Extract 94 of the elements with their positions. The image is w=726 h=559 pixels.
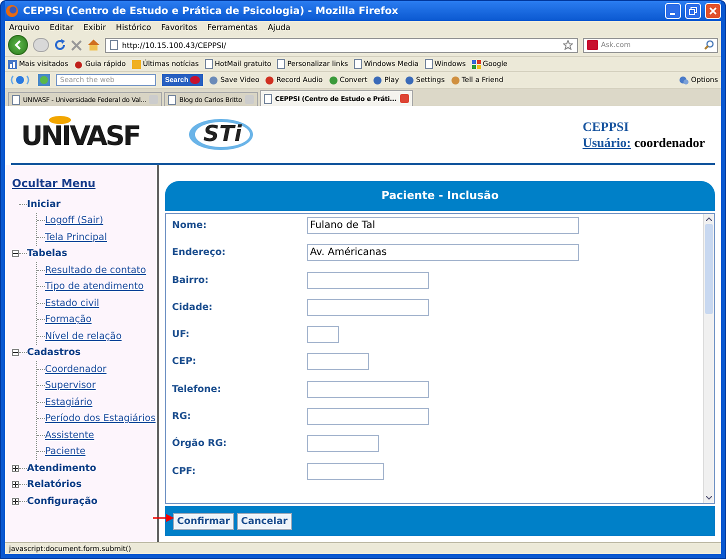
toolbar-icon[interactable] <box>328 76 338 84</box>
menu-link[interactable]: Estado civil <box>45 298 100 309</box>
text-field[interactable] <box>307 408 429 425</box>
field-label: Bairro: <box>172 274 210 286</box>
field-label: UF: <box>172 328 190 340</box>
menu-group[interactable]: Configuração <box>27 496 98 507</box>
toolbar-icon[interactable] <box>373 76 382 84</box>
menu-link[interactable]: Paciente <box>45 446 86 458</box>
menu-item[interactable]: Editar <box>50 23 74 32</box>
expand-icon[interactable] <box>12 481 19 488</box>
menu-item[interactable]: Favoritos <box>161 23 198 32</box>
minimize-button[interactable] <box>665 3 681 19</box>
text-field[interactable]: Av. Américanas <box>307 244 579 262</box>
menu-link[interactable]: Logoff (Sair) <box>45 215 104 226</box>
field-label: CPF: <box>172 464 197 477</box>
toolbar-icon[interactable] <box>450 76 460 84</box>
star-icon[interactable] <box>563 40 573 50</box>
field-label: Telefone: <box>172 382 222 395</box>
field-label: Nome: <box>172 218 208 231</box>
menu-item[interactable]: Histórico <box>116 23 152 32</box>
scroll-thumb[interactable] <box>705 224 713 314</box>
field-label: Endereço: <box>172 246 227 258</box>
scrollbar[interactable] <box>703 214 714 504</box>
text-field[interactable] <box>307 272 429 289</box>
menu-group[interactable]: Relatórios <box>27 479 82 490</box>
text-field[interactable] <box>307 298 429 316</box>
scroll-down-icon[interactable] <box>706 496 712 500</box>
menu-group[interactable]: Atendimento <box>27 462 96 474</box>
text-field[interactable] <box>307 435 379 452</box>
page-icon <box>277 59 286 69</box>
search-icon[interactable] <box>704 40 714 50</box>
form-button[interactable]: Confirmar <box>173 512 234 530</box>
tab-close-icon[interactable] <box>400 94 408 103</box>
restore-icon <box>689 7 697 15</box>
field-label: Órgão RG: <box>172 436 228 450</box>
field-label: RG: <box>172 410 192 422</box>
toolbar-icon[interactable] <box>265 76 274 84</box>
text-field[interactable] <box>307 326 339 344</box>
menu-item[interactable]: Exibir <box>83 23 106 32</box>
chart-icon <box>8 60 17 68</box>
menu-group[interactable]: Cadastros <box>27 347 81 358</box>
menu-link[interactable]: Nível de relação <box>45 330 122 342</box>
text-field[interactable] <box>307 353 369 370</box>
menu-group[interactable]: Tabelas <box>27 248 68 260</box>
user-name: coordenador <box>634 134 705 150</box>
user-link[interactable]: Usuário: <box>582 134 631 150</box>
page-icon <box>424 59 433 69</box>
window-title: CEPPSI (Centro de Estudo e Prática de Psicologia) - Mozilla Firefox <box>23 6 400 16</box>
grid-icon <box>472 60 481 68</box>
menu-link[interactable]: Formação <box>45 314 92 326</box>
menu-link[interactable]: Supervisor <box>45 380 96 392</box>
field-label: CEP: <box>172 355 198 368</box>
toolbar-icon[interactable] <box>405 76 414 84</box>
page-icon <box>264 94 272 104</box>
university-logo: UNIVASF <box>21 117 140 152</box>
home-icon[interactable] <box>87 39 100 51</box>
field-label: Cidade: <box>172 300 214 313</box>
department-logo: STi <box>189 119 253 150</box>
expand-icon[interactable] <box>12 498 19 505</box>
collapse-icon[interactable] <box>12 349 19 356</box>
stop-icon[interactable] <box>71 40 82 50</box>
hide-menu-link[interactable]: Ocultar Menu <box>12 177 96 190</box>
menu-link[interactable]: Tipo de atendimento <box>45 281 144 292</box>
menu-item[interactable]: Ferramentas <box>207 23 258 32</box>
menu-link[interactable]: Período dos Estagiários <box>45 413 156 424</box>
menu-link[interactable]: Resultado de contato <box>45 264 146 276</box>
forward-button[interactable] <box>33 38 49 52</box>
pointer-arrow <box>153 513 175 524</box>
toolbar-icon[interactable] <box>209 76 218 84</box>
restore-button[interactable] <box>685 3 701 19</box>
menu-link[interactable]: Coordenador <box>45 364 106 375</box>
radio-waves-icon <box>8 74 32 86</box>
page-icon <box>204 59 213 69</box>
reload-icon[interactable] <box>54 39 66 51</box>
collapse-icon[interactable] <box>12 250 19 258</box>
close-button[interactable] <box>705 3 721 19</box>
page-icon <box>354 59 362 69</box>
back-button[interactable] <box>8 35 28 55</box>
menu-link[interactable]: Assistente <box>45 430 94 441</box>
text-field[interactable] <box>307 462 384 480</box>
scroll-up-icon[interactable] <box>706 216 712 221</box>
close-icon <box>709 7 717 15</box>
text-field[interactable]: Fulano de Tal <box>307 216 579 234</box>
menu-item[interactable]: Ajuda <box>268 23 290 32</box>
menu-link[interactable]: Estagiário <box>45 396 92 408</box>
menu-link[interactable]: Tela Principal <box>45 232 107 243</box>
form-button[interactable]: Cancelar <box>236 512 292 530</box>
site-name: CEPPSI <box>582 118 629 134</box>
form-title: Paciente - Inclusão <box>165 181 715 211</box>
page-icon <box>110 40 118 50</box>
text-field[interactable] <box>307 380 429 398</box>
menu-item[interactable]: Arquivo <box>9 23 40 32</box>
expand-icon[interactable] <box>12 464 19 472</box>
menu-group[interactable]: Iniciar <box>27 198 61 210</box>
